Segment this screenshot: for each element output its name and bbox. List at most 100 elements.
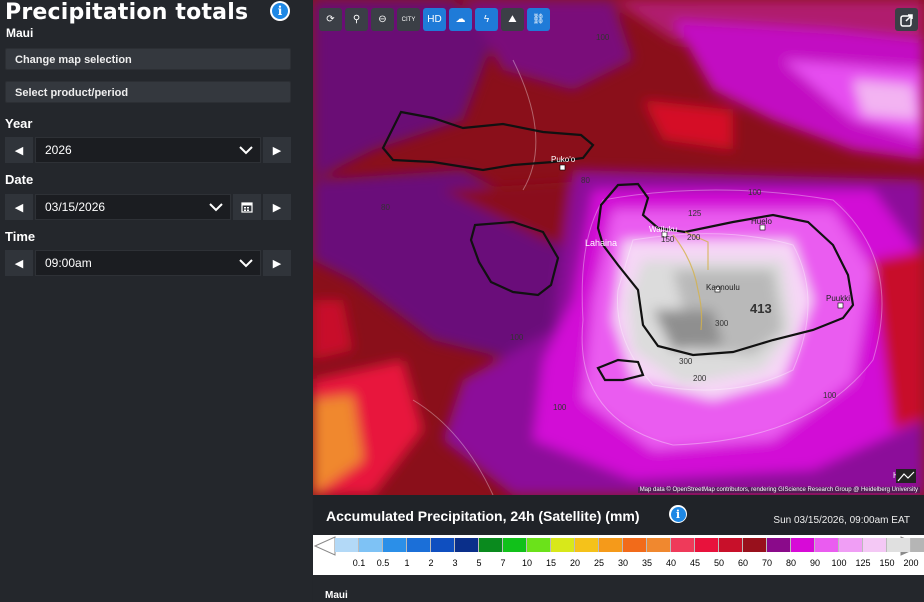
legend-color-swatch [479,538,503,552]
legend-color-bar [335,538,924,552]
legend-tick-label: 30 [617,558,628,568]
year-select[interactable]: 2026 [35,137,261,163]
legend-color-swatch [743,538,767,552]
legend-datetime: Sun 03/15/2026, 09:00am EAT [773,515,910,526]
info-icon[interactable]: i [270,1,290,21]
lightning-icon[interactable]: ϟ [475,8,498,31]
color-legend: 0.1 0.5 1 2 3 5 7 10 15 20 25 30 35 40 45 50 60 70 80 90 100… [313,535,924,575]
contour-label: 200 [687,233,701,242]
share-icon[interactable] [895,8,918,31]
legend-color-swatch [407,538,431,552]
contour-label: 80 [381,203,390,212]
year-prev-button[interactable]: ◀ [5,137,33,163]
legend-tick-label: 100 [831,558,847,568]
legend-color-swatch [455,538,479,552]
contour-label: 300 [715,319,729,328]
contour-label: 200 [693,374,707,383]
terrain-icon[interactable]: ⛰ [501,8,524,31]
legend-tick-label: 50 [713,558,724,568]
contour-label: 150 [661,235,675,244]
place-lahaina: Lahaina [585,238,617,248]
legend-tick-label: 2 [428,558,434,568]
contour-label: 100 [823,391,837,400]
map-toolbar: ⟳ ⚲ ⊖ CITY HD ☁ ϟ ⛰ ⛓ [319,8,550,31]
page-title: Precipitation totals [5,0,249,25]
chevron-down-icon [209,203,223,212]
footer-region: Maui [325,590,348,601]
legend-color-swatch [431,538,455,552]
legend-tick-label: 20 [569,558,580,568]
region-label: Maui [6,26,34,40]
cloud-icon[interactable]: ☁ [449,8,472,31]
legend-color-swatch [383,538,407,552]
year-label: Year [5,116,33,131]
legend-color-swatch [791,538,815,552]
date-select[interactable]: 03/15/2026 [35,194,231,220]
legend-title: Accumulated Precipitation, 24h (Satellit… [326,508,640,524]
precipitation-map[interactable]: Puko'o Lahaina Wailuku Huelo Kaonoulu Pu… [313,0,924,495]
change-map-selection-button[interactable]: Change map selection [5,48,291,70]
date-row: ◀ 03/15/2026 ▶ [5,194,291,220]
legend-color-swatch [599,538,623,552]
legend-color-swatch [575,538,599,552]
legend-tick-label: 70 [761,558,772,568]
legend-color-swatch [647,538,671,552]
place-kaonoulu: Kaonoulu [706,283,740,292]
contour-label: 125 [688,209,702,218]
year-next-button[interactable]: ▶ [263,137,291,163]
time-label: Time [5,229,36,244]
time-select[interactable]: 09:00am [35,250,261,276]
legend-tick-label: 45 [689,558,700,568]
time-value: 09:00am [45,256,92,270]
time-next-button[interactable]: ▶ [263,250,291,276]
legend-tick-label: 200 [903,558,919,568]
legend-tick-label: 25 [593,558,604,568]
legend-color-swatch [815,538,839,552]
time-prev-button[interactable]: ◀ [5,250,33,276]
refresh-icon[interactable]: ⟳ [319,8,342,31]
legend-tick-label: 80 [785,558,796,568]
legend-color-swatch [359,538,383,552]
footer: Maui [313,575,924,602]
calendar-icon[interactable] [233,194,261,220]
map-attribution: Map data © OpenStreetMap contributors, r… [637,487,920,493]
legend-tick-label: 0.5 [376,558,390,568]
legend-color-swatch [767,538,791,552]
legend-color-swatch [695,538,719,552]
contour-label: 100 [553,403,567,412]
sidebar: Precipitation totals i Maui Change map s… [0,0,312,602]
place-wailuku: Wailuku [649,225,677,234]
map-canvas: Puko'o Lahaina Wailuku Huelo Kaonoulu Pu… [313,0,924,495]
date-prev-button[interactable]: ◀ [5,194,33,220]
legend-color-swatch [623,538,647,552]
legend-tick-label: 150 [879,558,895,568]
hd-icon[interactable]: HD [423,8,446,31]
place-pukiki: Puukki [826,294,850,303]
city-labels-icon[interactable]: CITY [397,8,420,31]
legend-color-swatch [887,538,911,552]
legend-color-swatch [671,538,695,552]
map-thumbnail-icon[interactable] [896,469,916,483]
date-label: Date [5,172,34,187]
legend-color-swatch [335,538,359,552]
date-next-button[interactable]: ▶ [263,194,291,220]
legend-color-swatch [839,538,863,552]
place-pukoo: Puko'o [551,155,576,164]
select-product-period-button[interactable]: Select product/period [5,81,291,103]
legend-tick-label: 15 [545,558,556,568]
time-row: ◀ 09:00am ▶ [5,250,291,276]
link-icon[interactable]: ⛓ [527,8,550,31]
legend-color-swatch [719,538,743,552]
legend-tick-label: 125 [855,558,871,568]
chevron-down-icon [239,146,253,155]
legend-tick-label: 40 [665,558,676,568]
legend-tick-label: 3 [452,558,458,568]
zoom-out-icon[interactable]: ⊖ [371,8,394,31]
legend-header: Accumulated Precipitation, 24h (Satellit… [313,495,924,535]
contour-label: 100 [748,188,762,197]
legend-tick-label: 60 [737,558,748,568]
date-value: 03/15/2026 [45,200,106,214]
legend-info-icon[interactable]: i [669,505,687,523]
chevron-down-icon [239,259,253,268]
locate-pin-icon[interactable]: ⚲ [345,8,368,31]
